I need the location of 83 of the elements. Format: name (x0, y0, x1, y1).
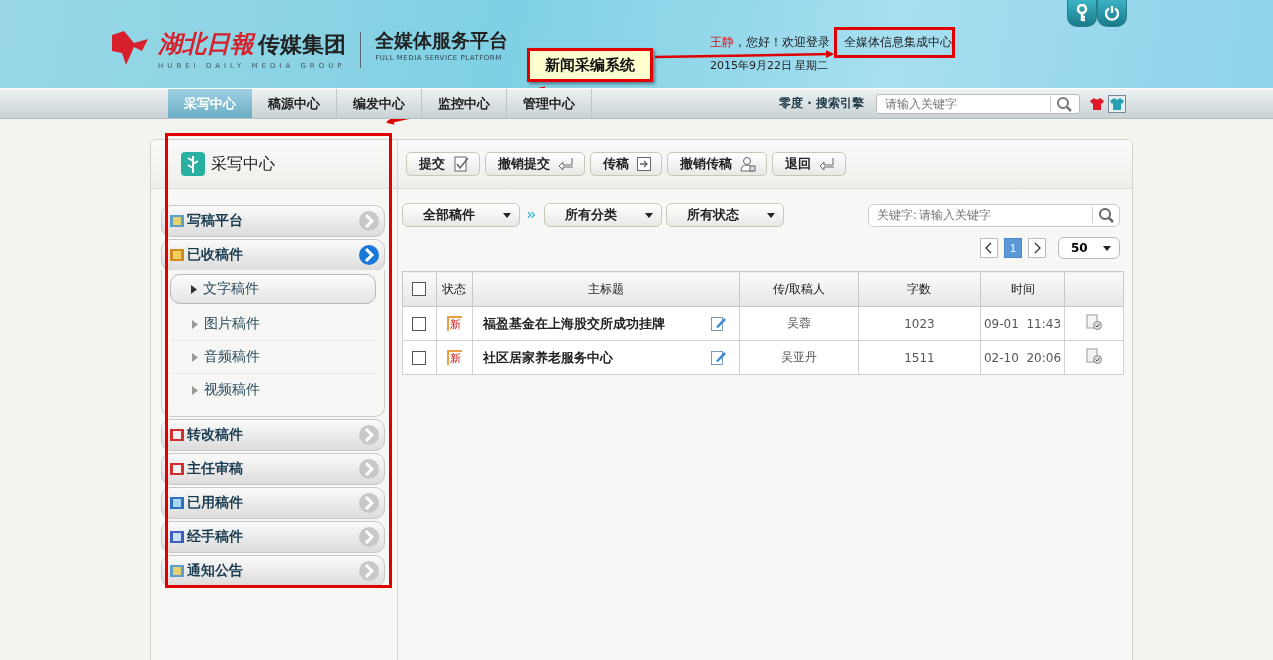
triangle-icon (191, 284, 197, 294)
toolbar-button[interactable]: 撤销提交 (485, 152, 585, 176)
toolbar-button[interactable]: 提交 (406, 152, 480, 176)
folder-icon (170, 530, 184, 544)
column-header: 状态 (436, 271, 473, 307)
sidebar-item[interactable]: 通知公告 (161, 555, 385, 587)
return-arrow-icon (819, 157, 835, 171)
table-cell: 09-01 11:43 (980, 306, 1065, 341)
select-all-checkbox[interactable] (412, 282, 427, 297)
logo-group-text: 传媒集团 (258, 32, 347, 57)
sidebar-item[interactable]: 经手稿件 (161, 521, 385, 553)
nav-tab[interactable]: 稿源中心 (252, 89, 337, 118)
logo-icon (112, 31, 148, 65)
chevron-right-icon[interactable] (1033, 242, 1041, 254)
power-icon[interactable] (1104, 5, 1120, 21)
sidebar-item[interactable]: 主任审稿 (161, 453, 385, 485)
user-icon (740, 156, 756, 172)
row-checkbox[interactable] (412, 316, 427, 331)
triangle-icon (192, 352, 198, 362)
toolbar-button[interactable]: 撤销传稿 (667, 152, 767, 176)
date-text: 2015年9月22日 星期二 (710, 58, 829, 73)
nav-tab[interactable]: 编发中心 (337, 89, 422, 118)
return-arrow-icon (558, 157, 574, 171)
chevron-icon[interactable] (358, 244, 380, 266)
sidebar-item[interactable]: 转改稿件 (161, 419, 385, 451)
table-cell: 吴亚丹 (739, 340, 859, 375)
folder-icon (170, 462, 184, 476)
nav-tab[interactable]: 监控中心 (422, 89, 507, 118)
folder-icon (170, 428, 184, 442)
table-cell: 1511 (858, 340, 981, 375)
callout-label: 新闻采编系统 (527, 48, 653, 82)
folder-icon (170, 248, 184, 262)
search-input[interactable]: 请输入关键字 (877, 95, 1050, 112)
document-check-icon[interactable] (1086, 314, 1102, 330)
column-header: 传/取稿人 (739, 271, 859, 307)
triangle-icon (192, 319, 198, 329)
key-icon[interactable] (1075, 4, 1089, 22)
sprout-icon (181, 152, 205, 176)
sidebar-title: 采写中心 (211, 153, 275, 175)
filter-dropdown[interactable]: 全部稿件 (402, 203, 520, 227)
keyword-search-field[interactable]: 关键字: 请输入关键字 (868, 203, 1120, 227)
welcome-message: 王静，您好！欢迎登录 (710, 35, 830, 49)
submenu-item[interactable]: 文字稿件 (170, 274, 376, 304)
folder-icon (170, 214, 184, 228)
sidebar-item[interactable]: 写稿平台 (161, 205, 385, 237)
logo-text: 湖北日報 (158, 29, 254, 58)
column-header: 字数 (858, 271, 981, 307)
previous-page-button[interactable] (980, 238, 998, 258)
send-icon (637, 157, 651, 171)
site-name: 全媒体信息集成中心 (844, 35, 952, 49)
table-cell: 吴蓉 (739, 306, 859, 341)
sidebar-item[interactable]: 已收稿件 (161, 239, 385, 271)
key-button[interactable] (1067, 0, 1097, 27)
edit-icon[interactable] (710, 350, 726, 365)
table-cell: 02-10 20:06 (980, 340, 1065, 375)
toolbar-button[interactable]: 传稿 (590, 152, 662, 176)
submenu-item[interactable]: 视频稿件 (170, 374, 376, 406)
column-header: 时间 (980, 271, 1065, 307)
submenu-item[interactable]: 图片稿件 (170, 308, 376, 341)
document-check-icon[interactable] (1086, 348, 1102, 364)
submenu-item[interactable]: 音频稿件 (170, 341, 376, 374)
triangle-icon (192, 385, 198, 395)
toolbar-button[interactable]: 退回 (772, 152, 846, 176)
document-check-icon (453, 156, 469, 172)
search-field[interactable]: 请输入关键字 (876, 93, 1080, 114)
table-cell: 1023 (858, 306, 981, 341)
row-checkbox[interactable] (412, 350, 427, 365)
keyword-input[interactable]: 请输入关键字 (917, 207, 1092, 223)
filter-dropdown[interactable]: 所有状态 (666, 203, 784, 227)
power-button[interactable] (1097, 0, 1127, 27)
column-header: 主标题 (472, 271, 740, 307)
nav-tab[interactable]: 管理中心 (507, 89, 592, 118)
next-page-button[interactable] (1028, 238, 1046, 258)
folder-icon (170, 496, 184, 510)
sidebar-item[interactable]: 已用稿件 (161, 487, 385, 519)
page-size-dropdown[interactable]: 50 (1058, 237, 1120, 259)
shirt-icon[interactable] (1108, 94, 1126, 113)
edit-icon[interactable] (710, 316, 726, 331)
platform-title: 全媒体服务平台 (375, 28, 509, 53)
filter-dropdown[interactable]: 所有分类 (544, 203, 662, 227)
folder-icon (170, 564, 184, 578)
chevron-left-icon[interactable] (985, 242, 993, 254)
search-engine-label: 零度 · 搜索引擎 (779, 95, 864, 112)
